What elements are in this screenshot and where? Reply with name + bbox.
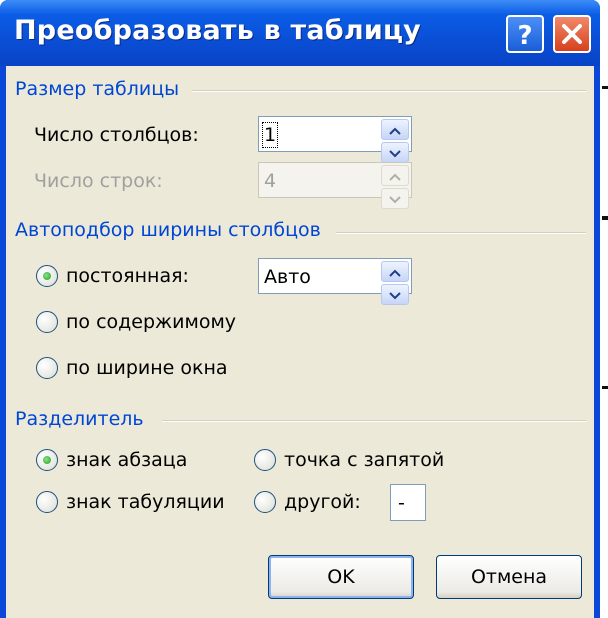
autofit-content-label[interactable]: по содержимому — [66, 311, 236, 333]
autofit-fixed-label[interactable]: постоянная: — [66, 265, 189, 287]
columns-spinner[interactable]: 1 — [258, 116, 412, 163]
separator-paragraph-label[interactable]: знак абзаца — [66, 449, 187, 471]
separator-tab-label[interactable]: знак табуляции — [66, 491, 225, 513]
table-size-section-title: Размер таблицы — [15, 78, 180, 100]
dialog-title: Преобразовать в таблицу — [14, 15, 421, 46]
separator-section-title: Разделитель — [15, 408, 144, 430]
columns-up-button[interactable] — [381, 119, 409, 140]
separator-other-input[interactable]: - — [390, 484, 426, 521]
separator-other-value[interactable]: - — [398, 492, 405, 514]
columns-down-button[interactable] — [381, 142, 409, 163]
autofit-window-label[interactable]: по ширине окна — [66, 357, 228, 379]
separator-semicolon-radio[interactable] — [254, 449, 276, 471]
chevron-up-icon — [389, 166, 401, 185]
autofit-fixed-value[interactable]: Авто — [264, 266, 311, 288]
separator-other-radio[interactable] — [254, 491, 276, 513]
rows-up-button — [381, 165, 409, 186]
autofit-up-button[interactable] — [381, 261, 409, 282]
autofit-section-title: Автоподбор ширины столбцов — [15, 219, 321, 241]
chevron-down-icon — [389, 143, 401, 162]
autofit-down-button[interactable] — [381, 284, 409, 305]
separator-other-label[interactable]: другой: — [284, 491, 361, 513]
separator-divider — [162, 420, 586, 422]
autofit-fixed-spinner[interactable]: Авто — [258, 258, 412, 305]
chevron-down-icon — [389, 189, 401, 208]
table-size-divider — [192, 90, 586, 92]
help-button[interactable]: ? — [506, 15, 544, 53]
autofit-content-radio[interactable] — [36, 311, 58, 333]
autofit-window-radio[interactable] — [36, 357, 58, 379]
ok-button[interactable]: OK — [268, 555, 414, 599]
svg-text:?: ? — [517, 21, 532, 51]
autofit-fixed-radio[interactable] — [36, 265, 58, 287]
close-button[interactable] — [553, 15, 591, 53]
convert-to-table-dialog: Преобразовать в таблицу ? Размер таблицы… — [0, 0, 600, 618]
autofit-divider — [336, 232, 586, 234]
columns-value[interactable]: 1 — [261, 122, 279, 148]
question-mark-icon: ? — [508, 17, 542, 51]
rows-down-button — [381, 188, 409, 209]
rows-spinner: 4 — [258, 162, 412, 209]
columns-label: Число столбцов: — [34, 124, 199, 146]
cancel-button[interactable]: Отмена — [436, 555, 582, 599]
chevron-up-icon — [389, 262, 401, 281]
dialog-body: Размер таблицы Число столбцов: 1 Число с… — [6, 66, 594, 618]
separator-tab-radio[interactable] — [36, 491, 58, 513]
background-document-edge — [600, 66, 608, 618]
separator-semicolon-label[interactable]: точка с запятой — [284, 449, 444, 471]
rows-label: Число строк: — [34, 170, 163, 192]
chevron-down-icon — [389, 285, 401, 304]
separator-paragraph-radio[interactable] — [36, 449, 58, 471]
title-bar[interactable]: Преобразовать в таблицу ? — [0, 0, 600, 66]
rows-value: 4 — [264, 170, 277, 192]
close-x-icon — [555, 17, 589, 51]
chevron-up-icon — [389, 120, 401, 139]
